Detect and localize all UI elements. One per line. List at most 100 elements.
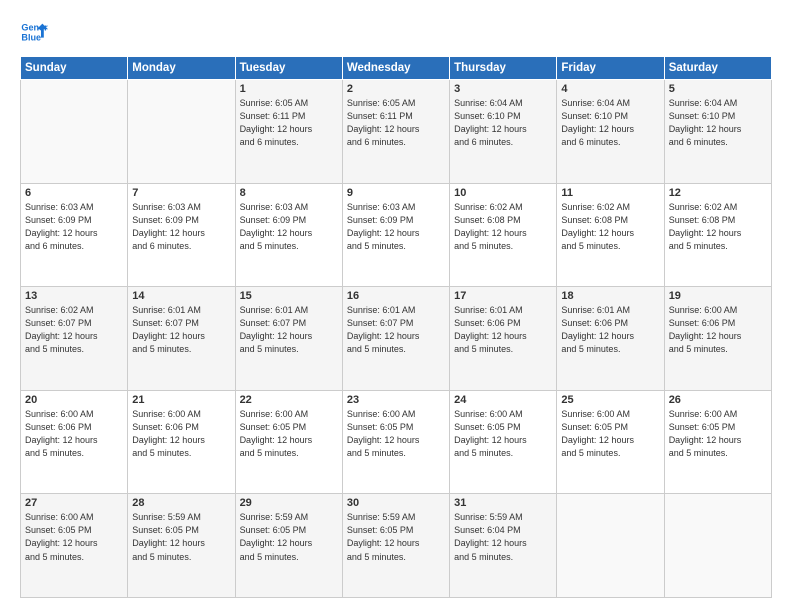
day-info: Sunrise: 6:00 AM Sunset: 6:06 PM Dayligh… <box>132 408 230 460</box>
logo: General Blue <box>20 18 48 46</box>
day-number: 20 <box>25 394 123 406</box>
header: General Blue <box>20 18 772 46</box>
day-number: 8 <box>240 187 338 199</box>
calendar-cell: 22 Sunrise: 6:00 AM Sunset: 6:05 PM Dayli… <box>235 390 342 494</box>
day-info: Sunrise: 6:01 AM Sunset: 6:07 PM Dayligh… <box>347 304 445 356</box>
calendar-cell: 20 Sunrise: 6:00 AM Sunset: 6:06 PM Dayli… <box>21 390 128 494</box>
day-number: 7 <box>132 187 230 199</box>
calendar-cell: 1Sunrise: 6:05 AM Sunset: 6:11 PM Daylig… <box>235 80 342 184</box>
calendar-cell: 6Sunrise: 6:03 AM Sunset: 6:09 PM Daylig… <box>21 183 128 287</box>
day-info: Sunrise: 6:01 AM Sunset: 6:06 PM Dayligh… <box>454 304 552 356</box>
day-number: 15 <box>240 290 338 302</box>
day-number: 28 <box>132 497 230 509</box>
calendar-cell: 29Sunrise: 5:59 AM Sunset: 6:05 PM Dayli… <box>235 494 342 598</box>
calendar-cell: 11 Sunrise: 6:02 AM Sunset: 6:08 PM Dayli… <box>557 183 664 287</box>
calendar-cell: 3 Sunrise: 6:04 AM Sunset: 6:10 PM Daylig… <box>450 80 557 184</box>
week-row-3: 13 Sunrise: 6:02 AM Sunset: 6:07 PM Dayli… <box>21 287 772 391</box>
day-number: 11 <box>561 187 659 199</box>
calendar-cell: 2Sunrise: 6:05 AM Sunset: 6:11 PM Daylig… <box>342 80 449 184</box>
day-number: 25 <box>561 394 659 406</box>
day-info: Sunrise: 6:00 AM Sunset: 6:06 PM Dayligh… <box>669 304 767 356</box>
calendar-cell: 26Sunrise: 6:00 AM Sunset: 6:05 PM Dayli… <box>664 390 771 494</box>
week-row-4: 20 Sunrise: 6:00 AM Sunset: 6:06 PM Dayli… <box>21 390 772 494</box>
day-number: 31 <box>454 497 552 509</box>
weekday-header-row: SundayMondayTuesdayWednesdayThursdayFrid… <box>21 57 772 80</box>
calendar-cell: 18 Sunrise: 6:01 AM Sunset: 6:06 PM Dayli… <box>557 287 664 391</box>
calendar-cell: 23 Sunrise: 6:00 AM Sunset: 6:05 PM Dayli… <box>342 390 449 494</box>
day-info: Sunrise: 5:59 AM Sunset: 6:05 PM Dayligh… <box>347 511 445 563</box>
calendar-cell: 17 Sunrise: 6:01 AM Sunset: 6:06 PM Dayli… <box>450 287 557 391</box>
day-number: 5 <box>669 83 767 95</box>
weekday-header-tuesday: Tuesday <box>235 57 342 80</box>
calendar-cell: 30Sunrise: 5:59 AM Sunset: 6:05 PM Dayli… <box>342 494 449 598</box>
calendar-cell: 15 Sunrise: 6:01 AM Sunset: 6:07 PM Dayli… <box>235 287 342 391</box>
day-number: 22 <box>240 394 338 406</box>
day-number: 2 <box>347 83 445 95</box>
calendar-cell: 7Sunrise: 6:03 AM Sunset: 6:09 PM Daylig… <box>128 183 235 287</box>
day-info: Sunrise: 6:02 AM Sunset: 6:08 PM Dayligh… <box>669 201 767 253</box>
day-info: Sunrise: 6:02 AM Sunset: 6:07 PM Dayligh… <box>25 304 123 356</box>
day-number: 9 <box>347 187 445 199</box>
calendar-cell <box>21 80 128 184</box>
day-number: 18 <box>561 290 659 302</box>
day-info: Sunrise: 6:00 AM Sunset: 6:05 PM Dayligh… <box>561 408 659 460</box>
day-info: Sunrise: 5:59 AM Sunset: 6:05 PM Dayligh… <box>132 511 230 563</box>
day-number: 19 <box>669 290 767 302</box>
weekday-header-friday: Friday <box>557 57 664 80</box>
day-number: 17 <box>454 290 552 302</box>
day-number: 3 <box>454 83 552 95</box>
week-row-2: 6Sunrise: 6:03 AM Sunset: 6:09 PM Daylig… <box>21 183 772 287</box>
week-row-1: 1Sunrise: 6:05 AM Sunset: 6:11 PM Daylig… <box>21 80 772 184</box>
day-info: Sunrise: 6:01 AM Sunset: 6:06 PM Dayligh… <box>561 304 659 356</box>
day-number: 27 <box>25 497 123 509</box>
day-info: Sunrise: 6:03 AM Sunset: 6:09 PM Dayligh… <box>347 201 445 253</box>
day-info: Sunrise: 6:01 AM Sunset: 6:07 PM Dayligh… <box>240 304 338 356</box>
day-info: Sunrise: 6:00 AM Sunset: 6:05 PM Dayligh… <box>240 408 338 460</box>
day-number: 16 <box>347 290 445 302</box>
day-number: 1 <box>240 83 338 95</box>
day-info: Sunrise: 6:00 AM Sunset: 6:06 PM Dayligh… <box>25 408 123 460</box>
calendar-cell: 14Sunrise: 6:01 AM Sunset: 6:07 PM Dayli… <box>128 287 235 391</box>
weekday-header-monday: Monday <box>128 57 235 80</box>
day-info: Sunrise: 6:00 AM Sunset: 6:05 PM Dayligh… <box>454 408 552 460</box>
calendar-cell <box>128 80 235 184</box>
day-number: 24 <box>454 394 552 406</box>
day-info: Sunrise: 6:02 AM Sunset: 6:08 PM Dayligh… <box>561 201 659 253</box>
calendar-cell: 25 Sunrise: 6:00 AM Sunset: 6:05 PM Dayli… <box>557 390 664 494</box>
weekday-header-saturday: Saturday <box>664 57 771 80</box>
day-number: 13 <box>25 290 123 302</box>
calendar-cell: 5 Sunrise: 6:04 AM Sunset: 6:10 PM Daylig… <box>664 80 771 184</box>
day-number: 10 <box>454 187 552 199</box>
calendar-cell: 27 Sunrise: 6:00 AM Sunset: 6:05 PM Dayli… <box>21 494 128 598</box>
day-number: 23 <box>347 394 445 406</box>
day-info: Sunrise: 6:03 AM Sunset: 6:09 PM Dayligh… <box>25 201 123 253</box>
day-info: Sunrise: 5:59 AM Sunset: 6:04 PM Dayligh… <box>454 511 552 563</box>
logo-icon: General Blue <box>20 18 48 46</box>
calendar-cell: 9 Sunrise: 6:03 AM Sunset: 6:09 PM Daylig… <box>342 183 449 287</box>
day-info: Sunrise: 6:00 AM Sunset: 6:05 PM Dayligh… <box>25 511 123 563</box>
day-info: Sunrise: 6:00 AM Sunset: 6:05 PM Dayligh… <box>347 408 445 460</box>
calendar-cell: 21 Sunrise: 6:00 AM Sunset: 6:06 PM Dayli… <box>128 390 235 494</box>
calendar-cell: 28 Sunrise: 5:59 AM Sunset: 6:05 PM Dayli… <box>128 494 235 598</box>
calendar-cell: 19 Sunrise: 6:00 AM Sunset: 6:06 PM Dayli… <box>664 287 771 391</box>
day-info: Sunrise: 6:02 AM Sunset: 6:08 PM Dayligh… <box>454 201 552 253</box>
day-number: 14 <box>132 290 230 302</box>
day-number: 26 <box>669 394 767 406</box>
page: General Blue SundayMondayTuesdayWednesda… <box>0 0 792 612</box>
day-info: Sunrise: 6:04 AM Sunset: 6:10 PM Dayligh… <box>454 97 552 149</box>
calendar-table: SundayMondayTuesdayWednesdayThursdayFrid… <box>20 56 772 598</box>
calendar-cell: 4 Sunrise: 6:04 AM Sunset: 6:10 PM Daylig… <box>557 80 664 184</box>
day-info: Sunrise: 6:04 AM Sunset: 6:10 PM Dayligh… <box>561 97 659 149</box>
calendar-cell: 12 Sunrise: 6:02 AM Sunset: 6:08 PM Dayli… <box>664 183 771 287</box>
day-info: Sunrise: 6:04 AM Sunset: 6:10 PM Dayligh… <box>669 97 767 149</box>
calendar-cell: 8 Sunrise: 6:03 AM Sunset: 6:09 PM Daylig… <box>235 183 342 287</box>
day-number: 4 <box>561 83 659 95</box>
calendar-cell: 31 Sunrise: 5:59 AM Sunset: 6:04 PM Dayli… <box>450 494 557 598</box>
svg-text:Blue: Blue <box>21 32 41 42</box>
day-number: 12 <box>669 187 767 199</box>
week-row-5: 27 Sunrise: 6:00 AM Sunset: 6:05 PM Dayli… <box>21 494 772 598</box>
day-number: 21 <box>132 394 230 406</box>
calendar-cell <box>557 494 664 598</box>
day-info: Sunrise: 6:03 AM Sunset: 6:09 PM Dayligh… <box>240 201 338 253</box>
calendar-cell <box>664 494 771 598</box>
